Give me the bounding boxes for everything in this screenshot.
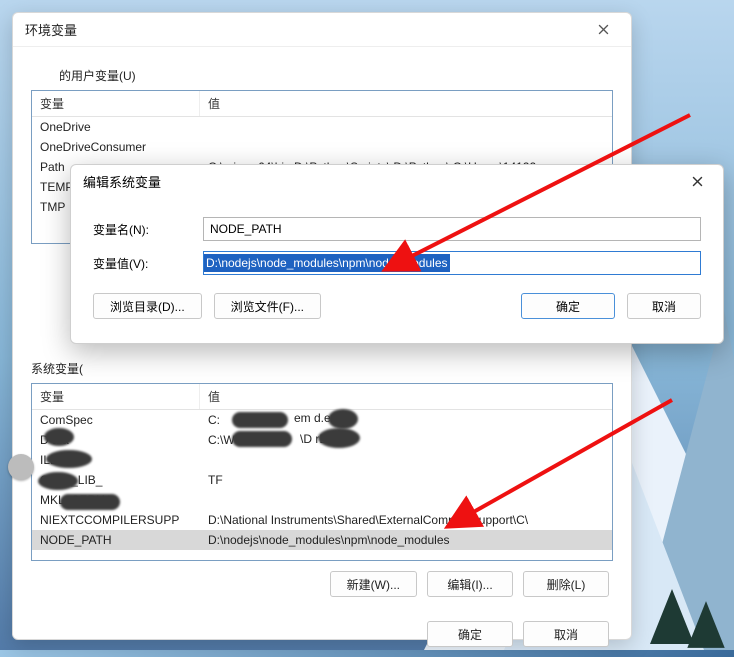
- user-variables-label: 的用户变量(U): [59, 67, 613, 84]
- cell-val: [200, 490, 612, 510]
- redaction-blob: [318, 428, 360, 448]
- cell-val: [200, 117, 612, 137]
- variable-name-input[interactable]: [203, 217, 701, 241]
- cell-var: ComSpec: [32, 410, 200, 430]
- redaction-blob: [44, 428, 74, 446]
- dialog-buttons: 浏览目录(D)... 浏览文件(F)... 确定 取消: [93, 285, 701, 319]
- column-variable: 变量: [32, 91, 200, 116]
- list-header: 变量 值: [32, 384, 612, 410]
- cell-var: OneDrive: [32, 117, 200, 137]
- column-value: 值: [200, 91, 612, 116]
- system-variables-label: 系统变量(: [31, 360, 613, 377]
- redaction-blob: [232, 412, 288, 428]
- new-button[interactable]: 新建(W)...: [330, 571, 417, 597]
- dialog-body: 变量名(N): 变量值(V): D:\nodejs\node_modules\n…: [71, 197, 723, 331]
- redaction-blob: [232, 431, 292, 447]
- edit-system-variable-dialog: 编辑系统变量 变量名(N): 变量值(V): D:\nodejs\node_mo…: [70, 164, 724, 344]
- list-header: 变量 值: [32, 91, 612, 117]
- system-variables-list[interactable]: 变量 值 ComSpec C: D ata C:\W ILB CATE_LIB_…: [31, 383, 613, 561]
- redaction-blob: [328, 409, 358, 429]
- redaction-blob: [60, 494, 120, 510]
- window-close-button[interactable]: [585, 16, 621, 44]
- window-title: 编辑系统变量: [83, 172, 161, 191]
- cancel-button[interactable]: 取消: [523, 621, 609, 647]
- window-titlebar: 环境变量: [13, 13, 631, 47]
- window-body: 的用户变量(U) 变量 值 OneDrive OneDriveConsumer …: [13, 47, 631, 657]
- variable-name-label: 变量名(N):: [93, 221, 203, 238]
- ok-button[interactable]: 确定: [521, 293, 615, 319]
- table-row[interactable]: OneDrive: [32, 117, 612, 137]
- cell-val: [200, 137, 612, 157]
- cancel-button[interactable]: 取消: [627, 293, 701, 319]
- close-icon: [692, 176, 703, 187]
- field-row-name: 变量名(N):: [93, 217, 701, 241]
- desktop-background: [687, 601, 724, 648]
- table-row-selected[interactable]: NODE_PATH D:\nodejs\node_modules\npm\nod…: [32, 530, 612, 550]
- cell-var: NIEXTCCOMPILERSUPP: [32, 510, 200, 530]
- variable-value-input[interactable]: D:\nodejs\node_modules\npm\node_modules: [203, 251, 701, 275]
- column-variable: 变量: [32, 384, 200, 409]
- delete-button[interactable]: 删除(L): [523, 571, 609, 597]
- cell-var: NODE_PATH: [32, 530, 200, 550]
- redaction-blob: [38, 472, 78, 490]
- cell-var: OneDriveConsumer: [32, 137, 200, 157]
- cell-val: D:\nodejs\node_modules\npm\node_modules: [200, 530, 612, 550]
- window-close-button[interactable]: [679, 167, 715, 195]
- cell-val: D:\National Instruments\Shared\ExternalC…: [200, 510, 612, 530]
- edit-button[interactable]: 编辑(I)...: [427, 571, 513, 597]
- cell-val: [200, 450, 612, 470]
- table-row[interactable]: ILB: [32, 450, 612, 470]
- redaction-blob: [46, 450, 92, 468]
- window-titlebar: 编辑系统变量: [71, 165, 723, 197]
- table-row[interactable]: NIEXTCCOMPILERSUPP D:\National Instrumen…: [32, 510, 612, 530]
- cell-val: TF: [200, 470, 612, 490]
- field-row-value: 变量值(V): D:\nodejs\node_modules\npm\node_…: [93, 251, 701, 275]
- table-row[interactable]: CATE_LIB_ TF: [32, 470, 612, 490]
- variable-value-label: 变量值(V):: [93, 255, 203, 272]
- table-row[interactable]: OneDriveConsumer: [32, 137, 612, 157]
- variable-value-text: D:\nodejs\node_modules\npm\node_modules: [204, 254, 450, 272]
- redaction-blob: [8, 454, 34, 480]
- dialog-buttons: 确定 取消: [31, 611, 613, 647]
- browse-directory-button[interactable]: 浏览目录(D)...: [93, 293, 202, 319]
- browse-file-button[interactable]: 浏览文件(F)...: [214, 293, 321, 319]
- close-icon: [598, 24, 609, 35]
- system-variables-buttons: 新建(W)... 编辑(I)... 删除(L): [31, 561, 613, 597]
- window-title: 环境变量: [25, 20, 77, 39]
- ok-button[interactable]: 确定: [427, 621, 513, 647]
- column-value: 值: [200, 384, 612, 409]
